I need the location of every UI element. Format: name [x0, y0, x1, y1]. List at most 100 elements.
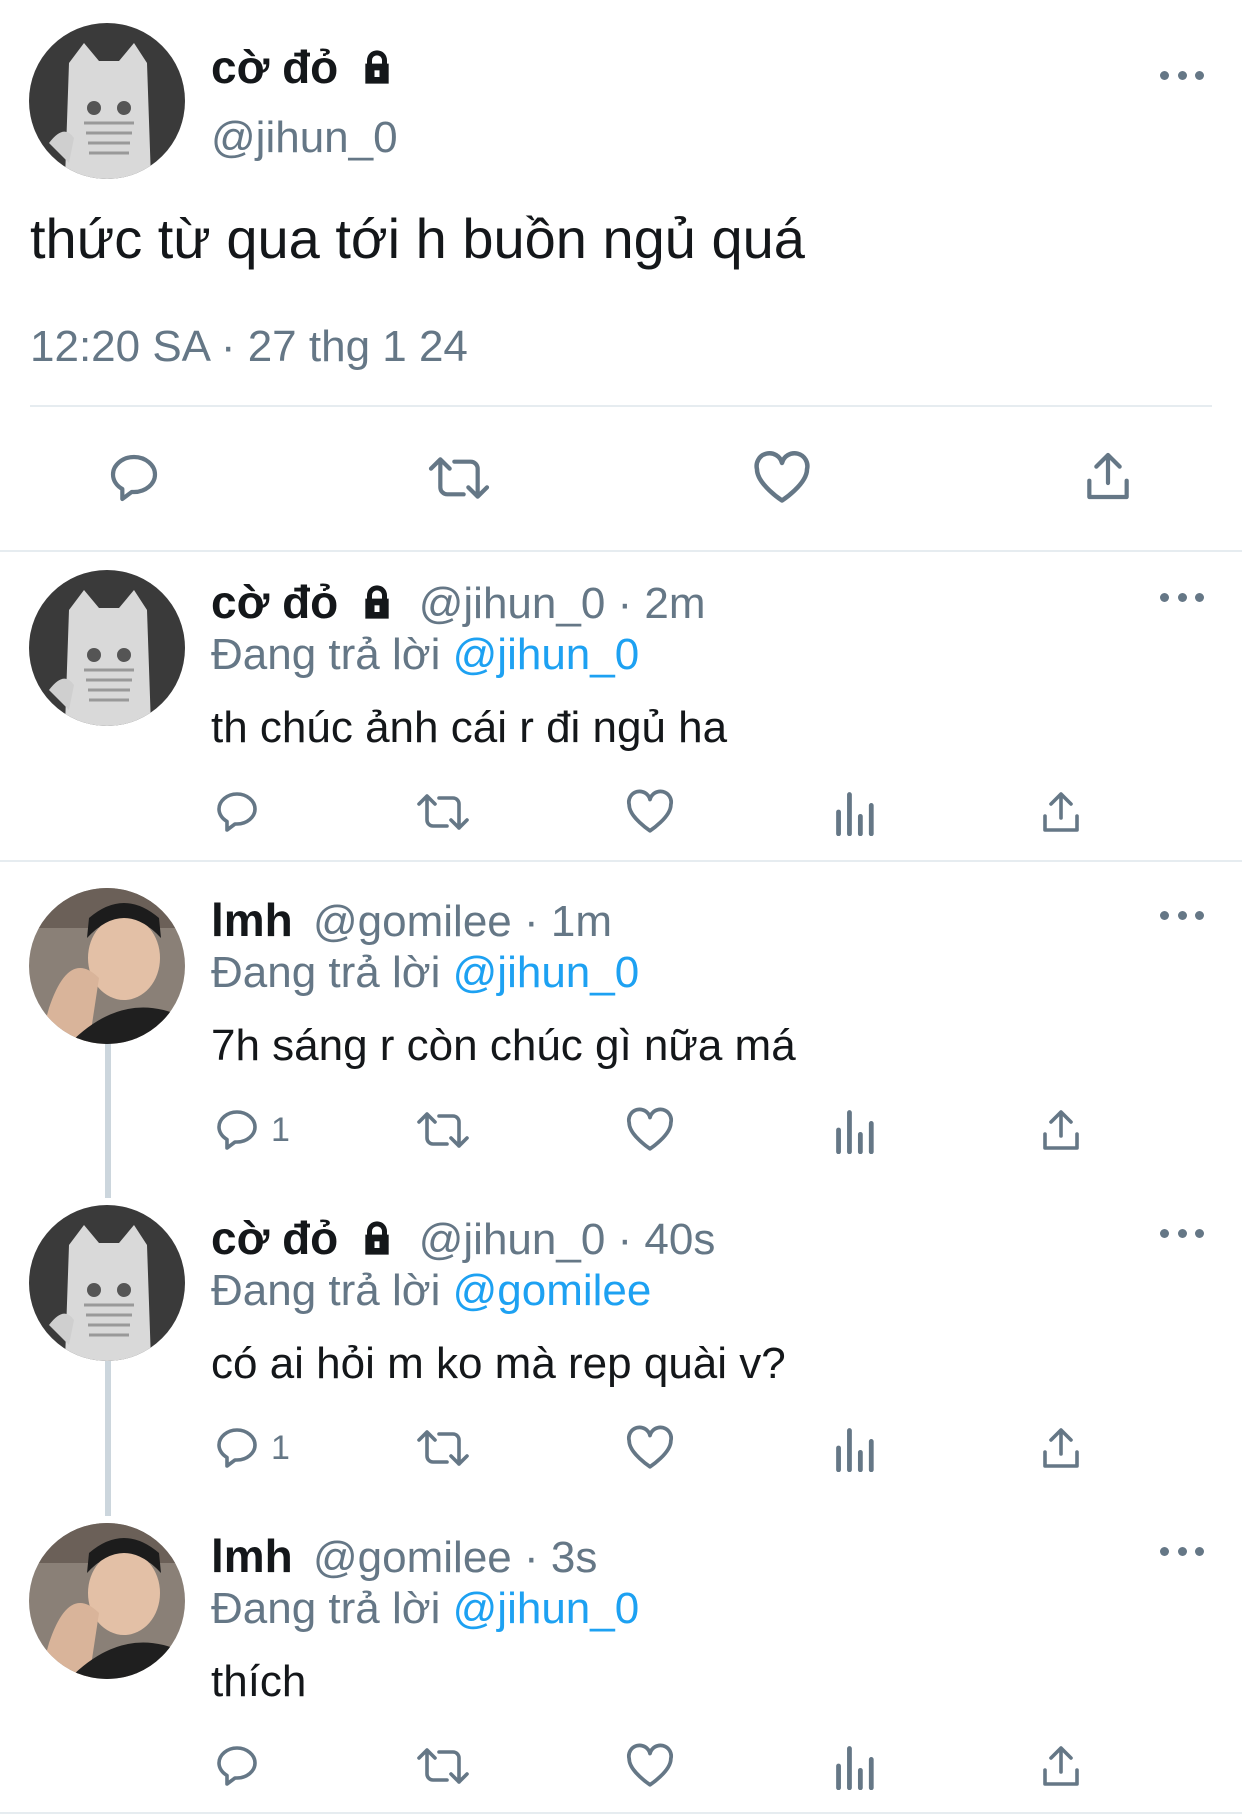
author-name[interactable]: cờ đỏ: [211, 576, 338, 628]
mention-link[interactable]: @jihun_0: [453, 630, 640, 679]
retweet-button[interactable]: [415, 1424, 471, 1472]
retweet-button[interactable]: [425, 450, 493, 506]
divider: [0, 860, 1242, 862]
handle-time[interactable]: @gomilee · 3s: [313, 1533, 597, 1582]
reply-icon: [217, 1110, 257, 1150]
more-icon[interactable]: [1160, 1544, 1204, 1558]
reply-header: lmh @gomilee · 3s: [211, 1529, 597, 1583]
author-name[interactable]: cờ đỏ: [211, 41, 338, 93]
replying-to: Đang trả lời @gomilee: [211, 1266, 651, 1316]
like-icon: [626, 1743, 674, 1787]
like-button[interactable]: [625, 1106, 675, 1154]
person-avatar-image: [29, 1523, 185, 1679]
reply-count: 1: [271, 1428, 290, 1467]
mention-link[interactable]: @gomilee: [453, 1266, 652, 1315]
lock-icon: [364, 585, 389, 619]
replying-label: Đang trả lời: [211, 948, 441, 997]
more-icon[interactable]: [1160, 68, 1204, 82]
author-name[interactable]: lmh: [211, 1530, 293, 1582]
share-button[interactable]: [1037, 1424, 1085, 1472]
thread-line: [105, 1043, 111, 1198]
analytics-button[interactable]: [834, 1106, 878, 1154]
reply-button[interactable]: 1: [213, 1106, 290, 1154]
replying-to: Đang trả lời @jihun_0: [211, 1584, 639, 1634]
analytics-button[interactable]: [834, 1424, 878, 1472]
avatar-cat[interactable]: [29, 1205, 185, 1361]
more-icon[interactable]: [1160, 908, 1204, 922]
share-icon: [1043, 1428, 1079, 1468]
reply-count: 1: [271, 1110, 290, 1149]
mention-link[interactable]: @jihun_0: [453, 948, 640, 997]
divider: [30, 405, 1212, 407]
mention-link[interactable]: @jihun_0: [453, 1584, 640, 1633]
divider: [0, 1812, 1242, 1814]
reply-button[interactable]: [213, 1742, 271, 1790]
reply-button[interactable]: 1: [213, 1424, 290, 1472]
tweet-timestamp[interactable]: 12:20 SA · 27 thg 1 24: [30, 322, 468, 372]
share-button[interactable]: [1080, 448, 1136, 504]
more-icon[interactable]: [1160, 1226, 1204, 1240]
tweet-text: thức từ qua tới h buồn ngủ quá: [30, 207, 805, 270]
handle-time[interactable]: @jihun_0 · 2m: [419, 579, 706, 628]
lock-icon: [365, 50, 389, 84]
more-icon[interactable]: [1160, 590, 1204, 604]
author-handle[interactable]: @jihun_0: [211, 113, 398, 163]
cat-avatar-image: [29, 570, 185, 726]
reply-icon: [217, 1428, 257, 1468]
analytics-button[interactable]: [834, 1742, 878, 1790]
retweet-icon: [417, 1748, 469, 1784]
cat-avatar-image: [29, 1205, 185, 1361]
reply-button[interactable]: [213, 788, 271, 836]
reply-button[interactable]: [106, 450, 162, 506]
retweet-button[interactable]: [415, 1742, 471, 1790]
avatar-person[interactable]: [29, 1523, 185, 1679]
retweet-icon: [417, 1430, 469, 1466]
person-avatar-image: [29, 888, 185, 1044]
like-button[interactable]: [625, 1424, 675, 1472]
retweet-button[interactable]: [415, 1106, 471, 1154]
like-icon: [626, 1107, 674, 1151]
share-icon: [1087, 452, 1129, 500]
cat-avatar-image: [29, 23, 185, 179]
author-name[interactable]: cờ đỏ: [211, 1212, 338, 1264]
analytics-icon: [836, 1746, 874, 1790]
handle-time[interactable]: @gomilee · 1m: [313, 897, 612, 946]
like-icon: [754, 451, 810, 503]
share-button[interactable]: [1037, 788, 1085, 836]
retweet-icon: [417, 794, 469, 830]
reply-text: thích: [211, 1657, 307, 1706]
replying-label: Đang trả lời: [211, 1266, 441, 1315]
like-button[interactable]: [625, 1742, 675, 1790]
replying-label: Đang trả lời: [211, 1584, 441, 1633]
reply-text: 7h sáng r còn chúc gì nữa má: [211, 1021, 796, 1070]
thread-line: [105, 1361, 111, 1516]
share-icon: [1043, 1746, 1079, 1786]
avatar-cat[interactable]: [29, 23, 185, 179]
divider: [0, 550, 1242, 552]
like-icon: [626, 1425, 674, 1469]
reply-text: th chúc ảnh cái r đi ngủ ha: [211, 703, 728, 752]
share-button[interactable]: [1037, 1106, 1085, 1154]
reply-header: lmh @gomilee · 1m: [211, 893, 612, 947]
like-button[interactable]: [625, 788, 675, 836]
retweet-icon: [428, 457, 490, 499]
analytics-icon: [836, 1110, 874, 1154]
analytics-button[interactable]: [834, 788, 878, 836]
retweet-button[interactable]: [415, 788, 471, 836]
reply-icon: [217, 792, 257, 832]
analytics-icon: [836, 1428, 874, 1472]
reply-icon: [217, 1746, 257, 1786]
replying-to: Đang trả lời @jihun_0: [211, 630, 639, 680]
avatar-person[interactable]: [29, 888, 185, 1044]
reply-text: có ai hỏi m ko mà rep quài v?: [211, 1339, 786, 1388]
author-name[interactable]: lmh: [211, 894, 293, 946]
analytics-icon: [836, 792, 874, 836]
reply-header: cờ đỏ @jihun_0 · 2m: [211, 575, 706, 629]
retweet-icon: [417, 1112, 469, 1148]
reply-icon: [110, 454, 158, 502]
like-button[interactable]: [752, 450, 812, 506]
reply-header: cờ đỏ @jihun_0 · 40s: [211, 1211, 715, 1265]
share-button[interactable]: [1037, 1742, 1085, 1790]
avatar-cat[interactable]: [29, 570, 185, 726]
handle-time[interactable]: @jihun_0 · 40s: [419, 1215, 716, 1264]
